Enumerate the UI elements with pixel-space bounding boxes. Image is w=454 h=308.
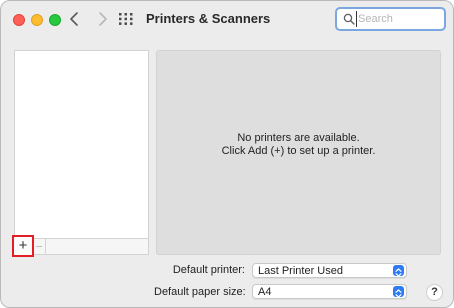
default-paper-size-popup[interactable]: A4 (252, 284, 407, 299)
default-printer-value: Last Printer Used (258, 265, 343, 277)
show-all-button[interactable] (118, 12, 134, 26)
add-printer-button[interactable]: + (12, 235, 34, 257)
printer-list[interactable] (14, 50, 149, 238)
empty-state-message: No printers are available. (237, 132, 360, 144)
window-title: Printers & Scanners (146, 11, 271, 26)
remove-printer-button[interactable]: − (34, 239, 44, 254)
chevron-right-icon (99, 12, 107, 26)
stepper-icon (393, 265, 404, 277)
grid-icon (119, 13, 133, 25)
chevron-left-icon (70, 12, 78, 26)
empty-state-hint: Click Add (+) to set up a printer. (221, 145, 376, 157)
default-paper-size-label: Default paper size: (154, 286, 246, 298)
back-button[interactable] (66, 10, 84, 28)
title-bar: Printers & Scanners (1, 1, 453, 37)
printers-scanners-window: Printers & Scanners + − No printers are … (0, 0, 454, 308)
help-button[interactable]: ? (426, 284, 443, 301)
stepper-icon (393, 286, 404, 298)
zoom-window-button[interactable] (49, 14, 61, 26)
forward-button[interactable] (93, 10, 111, 28)
default-printer-label: Default printer: (172, 264, 245, 276)
search-icon (343, 13, 355, 25)
close-window-button[interactable] (13, 14, 25, 26)
toolbar-divider (45, 239, 46, 254)
search-input[interactable] (356, 11, 440, 27)
printer-detail-pane: No printers are available. Click Add (+)… (156, 50, 441, 255)
default-printer-popup[interactable]: Last Printer Used (252, 263, 407, 278)
search-field[interactable] (335, 7, 446, 31)
minimize-window-button[interactable] (31, 14, 43, 26)
default-paper-size-value: A4 (258, 286, 272, 298)
